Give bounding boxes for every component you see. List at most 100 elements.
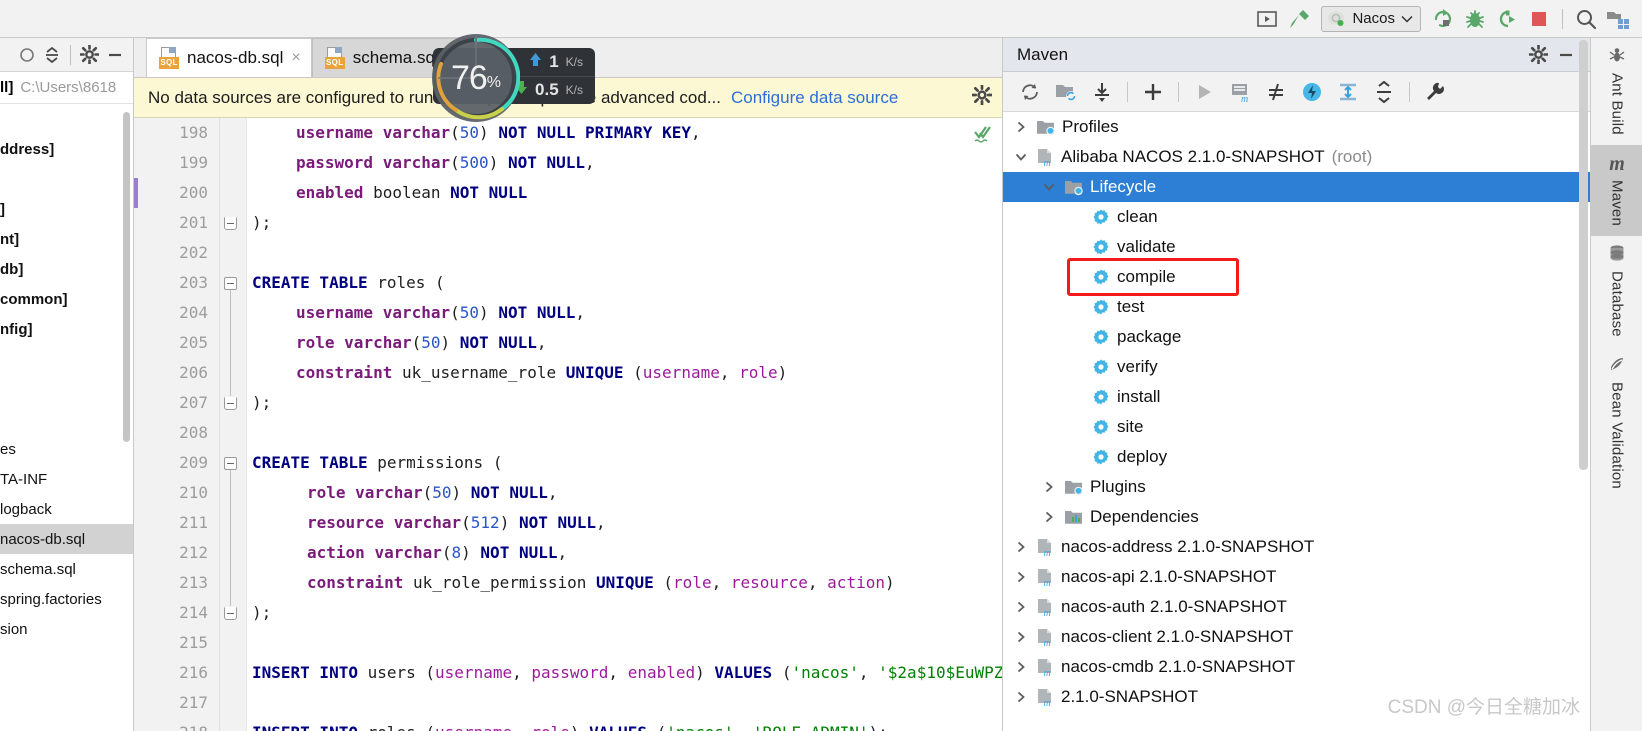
chevron-right-icon[interactable]: [1013, 541, 1029, 553]
project-tree-item[interactable]: logback: [0, 494, 133, 524]
project-tree-item[interactable]: nt]: [0, 224, 133, 254]
collapse-all-icon[interactable]: [40, 40, 64, 70]
project-tree-item-nacos-db-sql[interactable]: nacos-db.sql: [0, 524, 133, 554]
maven-tree-item-suffix: (root): [1331, 147, 1373, 166]
chevron-right-icon[interactable]: [1013, 691, 1029, 703]
project-tree-item[interactable]: TA-INF: [0, 464, 133, 494]
code-text: password varchar(500) NOT NULL,: [296, 153, 595, 172]
maven-tree-item-verify[interactable]: verify: [1003, 352, 1590, 382]
project-structure-icon[interactable]: [1602, 4, 1634, 34]
maven-tree-scrollbar[interactable]: [1579, 40, 1588, 470]
maven-tree-item-plugins[interactable]: Plugins: [1003, 472, 1590, 502]
code-editor[interactable]: 198 username varchar(50) NOT NULL PRIMARY…: [134, 118, 1002, 731]
tool-tab-bean-validation[interactable]: Bean Validation: [1591, 347, 1642, 499]
attach-debugger-icon[interactable]: [1491, 4, 1523, 34]
settings-gear-icon[interactable]: [1524, 45, 1552, 64]
maven-tree-item-test[interactable]: test: [1003, 292, 1590, 322]
settings-gear-icon[interactable]: [971, 84, 993, 110]
project-tree-scrollbar[interactable]: [123, 112, 130, 442]
maven-tree-item-validate[interactable]: validate: [1003, 232, 1590, 262]
project-tree-item[interactable]: ]: [0, 194, 133, 224]
collapse-all-icon[interactable]: [1367, 76, 1401, 108]
fold-end-icon[interactable]: [224, 607, 237, 620]
download-sources-icon[interactable]: [1085, 76, 1119, 108]
chevron-right-icon[interactable]: [1041, 481, 1057, 493]
run-maven-build-icon[interactable]: [1187, 76, 1221, 108]
code-text: role varchar(50) NOT NULL,: [307, 483, 558, 502]
locate-file-icon[interactable]: [16, 40, 38, 70]
maven-settings-icon[interactable]: [1418, 76, 1452, 108]
maven-tree-item-package[interactable]: package: [1003, 322, 1590, 352]
configure-data-source-link[interactable]: Configure data source: [731, 88, 898, 108]
maven-tree-item-nacos-client-2-1-0-snapshot[interactable]: m nacos-client 2.1.0-SNAPSHOT: [1003, 622, 1590, 652]
debug-bug-icon[interactable]: [1459, 4, 1491, 34]
maven-tree-item-nacos-address-2-1-0-snapshot[interactable]: m nacos-address 2.1.0-SNAPSHOT: [1003, 532, 1590, 562]
execute-maven-goal-icon[interactable]: m: [1223, 76, 1257, 108]
expand-all-icon[interactable]: [1331, 76, 1365, 108]
tool-tab-label: Database: [1608, 270, 1626, 337]
tool-tab-maven[interactable]: m Maven: [1591, 144, 1642, 236]
build-hammer-icon[interactable]: [1283, 4, 1315, 34]
project-tree-item[interactable]: schema.sql: [0, 554, 133, 584]
project-tree-item[interactable]: sion: [0, 614, 133, 644]
maven-tree-item-nacos-cmdb-2-1-0-snapshot[interactable]: m nacos-cmdb 2.1.0-SNAPSHOT: [1003, 652, 1590, 682]
chevron-right-icon[interactable]: [1013, 571, 1029, 583]
chevron-down-icon[interactable]: [1401, 11, 1413, 26]
maven-tree-item-deploy[interactable]: deploy: [1003, 442, 1590, 472]
maven-tree-item-dependencies[interactable]: Dependencies: [1003, 502, 1590, 532]
toggle-skip-tests-icon[interactable]: [1259, 76, 1293, 108]
search-icon[interactable]: [1570, 4, 1602, 34]
maven-project-tree: Profiles m Alibaba NACOS 2.1.0-SNAPSHOT (r…: [1003, 112, 1590, 729]
hide-panel-icon[interactable]: [103, 40, 127, 70]
maven-tree-item-label: nacos-api 2.1.0-SNAPSHOT: [1061, 567, 1277, 586]
maven-tree-item-label: Alibaba NACOS 2.1.0-SNAPSHOT: [1061, 147, 1325, 166]
tool-tab-ant-build[interactable]: Ant Build: [1591, 38, 1642, 145]
chevron-right-icon[interactable]: [1013, 601, 1029, 613]
code-text: );: [252, 393, 272, 412]
svg-text:m: m: [1044, 638, 1051, 647]
chevron-right-icon[interactable]: [1013, 661, 1029, 673]
project-tree-item[interactable]: db]: [0, 254, 133, 284]
reload-all-projects-icon[interactable]: [1013, 76, 1047, 108]
chevron-right-icon[interactable]: [1013, 631, 1029, 643]
chevron-right-icon[interactable]: [1041, 511, 1057, 523]
maven-tree-item-install[interactable]: install: [1003, 382, 1590, 412]
maven-tree-item-clean[interactable]: clean: [1003, 202, 1590, 232]
tool-tab-database[interactable]: Database: [1591, 236, 1642, 347]
project-tree-item[interactable]: es: [0, 434, 133, 464]
stop-icon[interactable]: [1523, 4, 1555, 34]
code-text: username varchar(50) NOT NULL,: [296, 303, 586, 322]
maven-tree-item-nacos-api-2-1-0-snapshot[interactable]: m nacos-api 2.1.0-SNAPSHOT: [1003, 562, 1590, 592]
generate-sources-icon[interactable]: [1049, 76, 1083, 108]
project-tree-item[interactable]: ddress]: [0, 134, 133, 164]
chevron-right-icon[interactable]: [1013, 121, 1029, 133]
maven-goal-icon: [1092, 418, 1110, 436]
maven-tree-item-compile[interactable]: compile: [1003, 262, 1590, 292]
cpu-usage-progress-indicator[interactable]: 76 %: [432, 34, 520, 122]
maven-tree-item-lifecycle[interactable]: Lifecycle: [1003, 172, 1590, 202]
maven-tree-item-alibaba-nacos-2-1-0-snapshot[interactable]: m Alibaba NACOS 2.1.0-SNAPSHOT (root): [1003, 142, 1590, 172]
project-tree-item[interactable]: nfig]: [0, 314, 133, 344]
settings-gear-icon[interactable]: [77, 40, 101, 70]
run-configuration-selector[interactable]: Nacos: [1321, 5, 1421, 32]
maven-goal-icon: [1092, 238, 1110, 256]
fold-end-icon[interactable]: [224, 397, 237, 410]
maven-module-icon: m: [1036, 568, 1054, 587]
run-with-coverage-icon[interactable]: [1251, 4, 1283, 34]
fold-start-icon[interactable]: [224, 457, 237, 470]
editor-tab-nacos-db-sql[interactable]: SQL nacos-db.sql ×: [146, 38, 312, 77]
fold-start-icon[interactable]: [224, 277, 237, 290]
chevron-down-icon[interactable]: [1041, 182, 1057, 192]
chevron-down-icon[interactable]: [1013, 152, 1029, 162]
toggle-offline-icon[interactable]: [1295, 76, 1329, 108]
project-tree-item[interactable]: spring.factories: [0, 584, 133, 614]
maven-tree-item-nacos-auth-2-1-0-snapshot[interactable]: m nacos-auth 2.1.0-SNAPSHOT: [1003, 592, 1590, 622]
add-maven-project-icon[interactable]: [1136, 76, 1170, 108]
project-tree-item[interactable]: common]: [0, 284, 133, 314]
maven-tree-item-site[interactable]: site: [1003, 412, 1590, 442]
maven-tree-item-profiles[interactable]: Profiles: [1003, 112, 1590, 142]
fold-end-icon[interactable]: [224, 217, 237, 230]
rerun-icon[interactable]: [1427, 4, 1459, 34]
hide-panel-icon[interactable]: [1552, 46, 1580, 64]
close-icon[interactable]: ×: [291, 49, 300, 67]
